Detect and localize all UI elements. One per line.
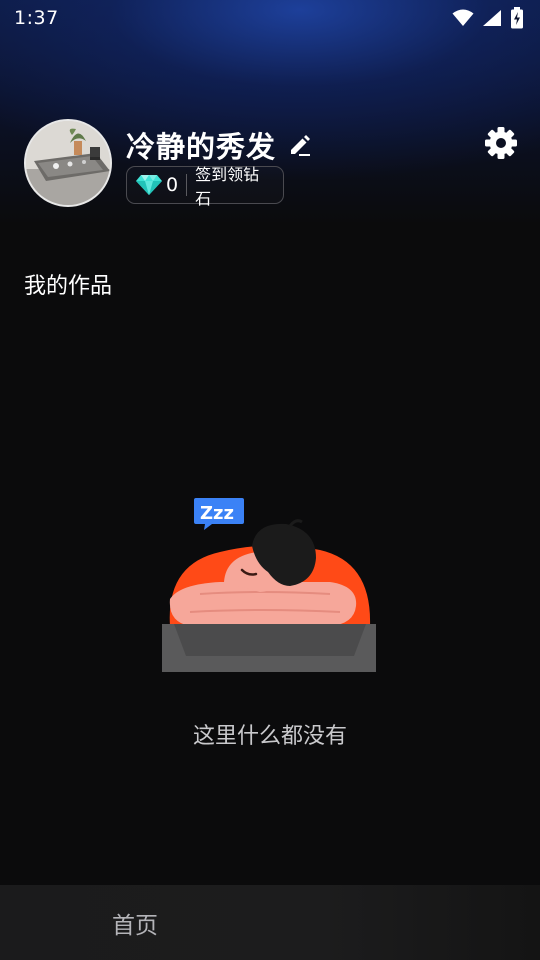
diamond-count: 0: [166, 174, 179, 196]
sleep-bubble-icon: Zzz: [194, 498, 244, 530]
avatar-photo: [26, 121, 110, 205]
empty-state-message: 这里什么都没有: [192, 724, 347, 749]
diamond-checkin-pill[interactable]: 0 签到领钻石: [126, 165, 284, 208]
tab-home[interactable]: 首页: [0, 885, 270, 960]
username: 冷静的秀发: [126, 130, 277, 164]
diamond-icon: [135, 174, 163, 196]
cellular-signal-icon: [482, 9, 502, 27]
status-icons: [452, 7, 524, 29]
profile-screen: 1:37 冷静的秀发 0 签到领钻石 我的作品 Zzz 这里什么都没有 首页: [0, 0, 540, 960]
battery-charging-icon: [510, 7, 524, 29]
empty-state-illustration: Zzz: [160, 494, 380, 674]
avatar[interactable]: [24, 119, 112, 207]
wifi-icon: [452, 9, 474, 27]
username-row: 冷静的秀发: [126, 124, 312, 166]
bubble-text: Zzz: [200, 503, 234, 524]
settings-icon[interactable]: [484, 126, 518, 160]
status-bar: 1:37: [0, 0, 540, 36]
bottom-tab-bar: 首页: [0, 885, 540, 960]
edit-icon[interactable]: [288, 133, 312, 157]
my-works-title: 我的作品: [24, 274, 113, 299]
status-time: 1:37: [14, 7, 59, 29]
checkin-button-label[interactable]: 签到领钻石: [195, 161, 275, 209]
pill-divider: [186, 174, 188, 196]
